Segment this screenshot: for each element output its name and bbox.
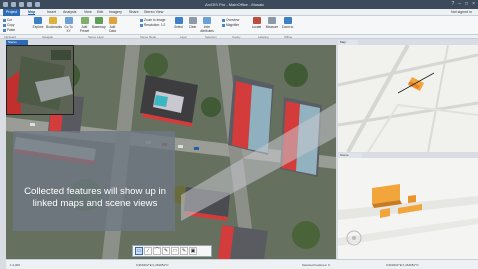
locate-button[interactable]: Locate bbox=[250, 17, 263, 29]
inset-imagery bbox=[7, 46, 73, 114]
measure-button[interactable]: Measure bbox=[265, 17, 279, 29]
select-button[interactable]: Select bbox=[172, 17, 185, 29]
overview-inset[interactable] bbox=[6, 45, 74, 115]
tab-share[interactable]: Share bbox=[129, 10, 139, 14]
rectangle-tool-button[interactable]: ▭ bbox=[135, 247, 143, 255]
explore-button[interactable]: Explore bbox=[31, 17, 45, 29]
tab-map[interactable]: Map bbox=[28, 10, 36, 15]
help-button[interactable]: ? bbox=[451, 1, 454, 7]
add-data-button[interactable]: Add Data bbox=[106, 17, 119, 33]
zoom-icon bbox=[283, 17, 292, 24]
magnifier-button[interactable]: Magnifier bbox=[222, 23, 239, 27]
zoom-image-icon bbox=[140, 18, 143, 22]
zoom-to-image-button[interactable]: Zoom to Image bbox=[140, 18, 165, 22]
maximize-button[interactable]: □ bbox=[465, 1, 468, 7]
basemap-button[interactable]: Basemap bbox=[92, 17, 105, 29]
tab-insert[interactable]: Insert bbox=[47, 10, 56, 14]
square-tool-button[interactable]: □ bbox=[171, 247, 179, 255]
locate-icon bbox=[252, 17, 261, 24]
cut-button[interactable]: Cut bbox=[3, 18, 12, 22]
scale-readout[interactable]: 1:4,000 bbox=[10, 263, 20, 267]
group-label-offline: Offline bbox=[284, 35, 293, 39]
resolution-select[interactable]: Resolution: 1:2 bbox=[140, 23, 165, 27]
bookmark-icon bbox=[49, 17, 57, 24]
clear-icon bbox=[188, 17, 197, 24]
add-preset-button[interactable]: Add Preset bbox=[78, 17, 91, 33]
ribbon-tabs: Project Map Insert Analysis View Edit Im… bbox=[0, 9, 478, 16]
add-data-icon bbox=[108, 17, 117, 24]
group-label-labeling: Labeling bbox=[258, 35, 269, 39]
new-icon[interactable] bbox=[3, 2, 8, 7]
copy-button[interactable]: Copy bbox=[3, 23, 14, 27]
scene-canvas bbox=[338, 158, 478, 259]
tab-edit[interactable]: Edit bbox=[97, 10, 103, 14]
trace-tool-button[interactable]: ✎ bbox=[180, 247, 188, 255]
resolution-icon bbox=[140, 23, 143, 27]
title-bar: ArcGIS Pro - MainOffice - Mosaic ? – □ × bbox=[0, 0, 478, 9]
ribbon: Cut Copy Paste Explore Bookmarks Go To X… bbox=[0, 16, 478, 35]
copy-icon bbox=[3, 23, 6, 27]
group-label-inquiry: Inquiry bbox=[232, 35, 241, 39]
freehand-tool-button[interactable]: ✎ bbox=[162, 247, 170, 255]
bookmarks-button[interactable]: Bookmarks bbox=[46, 17, 62, 29]
tab-imagery[interactable]: Imagery bbox=[109, 10, 122, 14]
line-tool-button[interactable]: ∕ bbox=[144, 247, 152, 255]
tab-project[interactable]: Project bbox=[3, 9, 21, 16]
group-label-navigate: Navigate bbox=[42, 35, 54, 39]
group-label-layer: Layer bbox=[180, 35, 187, 39]
save-icon[interactable] bbox=[19, 2, 24, 7]
zoom-to-button[interactable]: Zoom to bbox=[281, 17, 294, 29]
window-controls: ? – □ × bbox=[451, 1, 475, 7]
selected-features-count: Selected Features: 0 bbox=[302, 263, 330, 267]
measure-icon bbox=[268, 17, 276, 24]
group-label-clipboard: Clipboard bbox=[4, 35, 16, 39]
ribbon-group-labels: Clipboard Navigate Stereo Layer Stereo M… bbox=[0, 35, 478, 39]
paste-icon bbox=[3, 28, 6, 32]
arc-tool-button[interactable]: ⌒ bbox=[153, 247, 161, 255]
minimize-button[interactable]: – bbox=[458, 1, 461, 7]
window-title: ArcGIS Pro - MainOffice - Mosaic bbox=[205, 2, 265, 7]
coordinate-readout: 0,969402°E 0,464981°N bbox=[136, 263, 169, 267]
infer-attributes-button[interactable]: Infer Attributes bbox=[200, 17, 214, 33]
magnifier-icon bbox=[222, 23, 225, 27]
basemap-icon bbox=[94, 17, 103, 24]
overview-button[interactable]: Overview bbox=[222, 18, 239, 22]
linked-scene-view[interactable] bbox=[338, 158, 478, 259]
undo-icon[interactable] bbox=[27, 2, 32, 7]
close-button[interactable]: × bbox=[472, 1, 475, 7]
explore-icon bbox=[34, 17, 42, 24]
tutorial-caption: Collected features will show up in linke… bbox=[13, 131, 175, 231]
cut-icon bbox=[3, 18, 6, 22]
attributes-icon bbox=[203, 17, 211, 24]
preset-icon bbox=[80, 17, 89, 24]
tab-stereo-view[interactable]: Stereo View bbox=[144, 10, 163, 14]
group-label-stereo-mode: Stereo Mode bbox=[140, 35, 157, 39]
signin-status[interactable]: Not signed in bbox=[451, 10, 472, 14]
select-icon bbox=[174, 17, 183, 24]
goto-icon bbox=[64, 17, 73, 24]
status-bar: 1:4,000 0,969402°E 0,464981°N Selected F… bbox=[6, 259, 478, 269]
edit-toolbar: ▭ ∕ ⌒ ✎ □ ✎ ▣ bbox=[132, 245, 212, 257]
group-label-selection: Selection bbox=[205, 35, 217, 39]
clear-button[interactable]: Clear bbox=[186, 17, 199, 29]
scene-coordinate-readout: 0,969402°E 0,464981°N bbox=[386, 263, 419, 267]
linked-map-view[interactable] bbox=[338, 45, 478, 152]
tab-analysis[interactable]: Analysis bbox=[63, 10, 76, 14]
caption-text: Collected features will show up in linke… bbox=[24, 186, 166, 209]
linked-map-canvas bbox=[338, 45, 478, 152]
goto-xy-button[interactable]: Go To XY bbox=[62, 17, 75, 33]
tab-view[interactable]: View bbox=[84, 10, 92, 14]
open-icon[interactable] bbox=[11, 2, 16, 7]
quick-access-toolbar bbox=[3, 2, 40, 7]
group-label-stereo-layer: Stereo Layer bbox=[88, 35, 105, 39]
paste-button[interactable]: Paste bbox=[3, 28, 15, 32]
overview-icon bbox=[222, 18, 225, 22]
finish-tool-button[interactable]: ▣ bbox=[189, 247, 197, 255]
redo-icon[interactable] bbox=[35, 2, 40, 7]
